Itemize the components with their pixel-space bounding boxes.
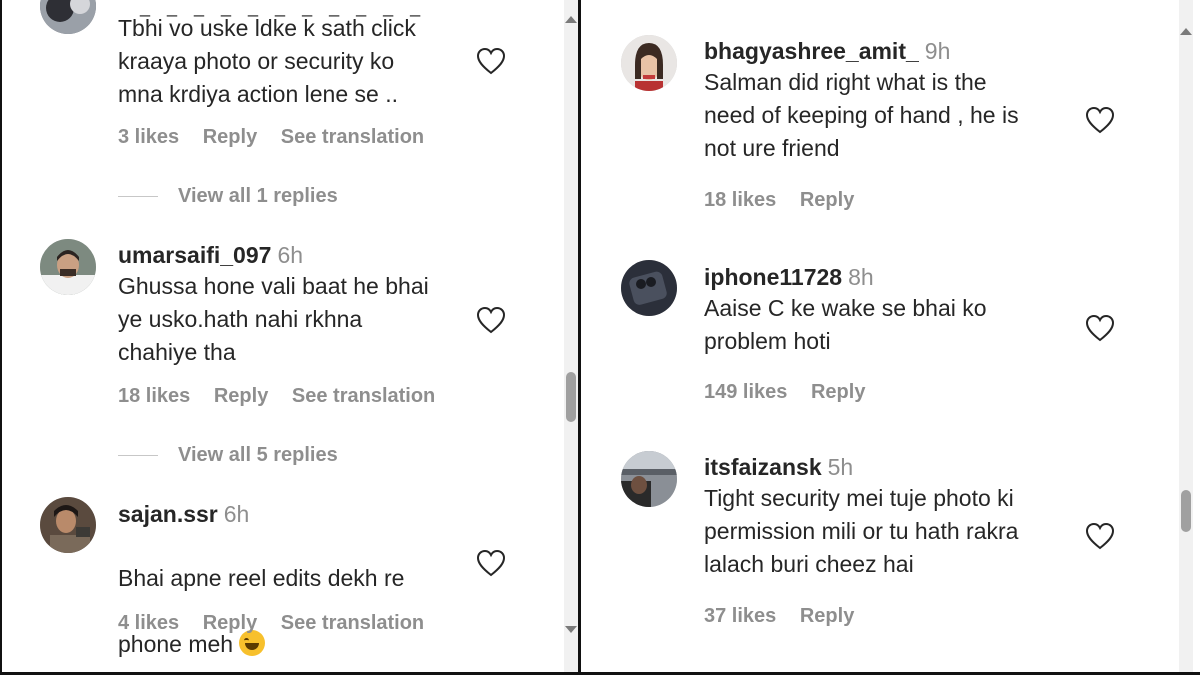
likes-count[interactable]: 37 likes — [704, 605, 776, 627]
username-link[interactable]: iphone11728 — [704, 264, 842, 290]
reply-button[interactable]: Reply — [203, 126, 257, 148]
comment-meta: 4 likes Reply See translation — [118, 612, 442, 635]
comment-text: Salman did right what is the need of kee… — [704, 69, 1019, 161]
heart-icon[interactable] — [1085, 314, 1115, 342]
likes-count[interactable]: 18 likes — [704, 189, 776, 211]
reply-button[interactable]: Reply — [214, 385, 268, 407]
comment-text: Aaise C ke wake se bhai ko problem hoti — [704, 295, 987, 354]
reply-button[interactable]: Reply — [811, 381, 865, 403]
avatar[interactable] — [621, 260, 677, 316]
reply-button[interactable]: Reply — [203, 612, 257, 634]
heart-icon[interactable] — [1085, 522, 1115, 550]
comment-header: iphone11728 8h — [704, 262, 1074, 292]
comment-meta: 18 likes Reply See translation — [118, 385, 453, 408]
dash-row: _ _ _ _ _ _ _ _ _ _ _ — [140, 0, 427, 17]
right-scrollbar[interactable] — [1179, 0, 1193, 672]
view-replies-label: View all 5 replies — [178, 444, 338, 466]
username-link[interactable]: umarsaifi_097 — [118, 242, 271, 268]
avatar[interactable] — [40, 0, 96, 34]
right-comments-panel: bhagyashree_amit_ 9h Salman did right wha… — [581, 0, 1200, 675]
heart-icon[interactable] — [1085, 106, 1115, 134]
likes-count[interactable]: 149 likes — [704, 381, 787, 403]
left-scrollbar[interactable] — [564, 0, 578, 672]
see-translation-button[interactable]: See translation — [281, 612, 424, 634]
heart-icon[interactable] — [476, 549, 506, 577]
likes-count[interactable]: 18 likes — [118, 385, 190, 407]
comment-text: Ghussa hone vali baat he bhai ye usko.ha… — [118, 273, 429, 365]
reply-button[interactable]: Reply — [800, 605, 854, 627]
likes-count[interactable]: 3 likes — [118, 126, 179, 148]
see-translation-button[interactable]: See translation — [292, 385, 435, 407]
comment-text-line: Bhai apne reel edits dekh re — [118, 565, 405, 591]
comment-meta: 37 likes Reply — [704, 605, 872, 628]
timestamp: 6h — [277, 242, 304, 268]
replies-line — [118, 455, 158, 457]
comment-meta: 149 likes Reply — [704, 381, 883, 404]
comment-text: Tbhi vo uske ldke k sath click kraaya ph… — [118, 15, 416, 107]
username-link[interactable]: sajan.ssr — [118, 501, 218, 527]
comment-header: bhagyashree_amit_ 9h — [704, 36, 1074, 66]
scroll-down-icon[interactable] — [565, 626, 577, 633]
view-replies-button[interactable]: View all 1 replies — [118, 185, 338, 208]
avatar[interactable] — [40, 239, 96, 295]
avatar[interactable] — [40, 497, 96, 553]
see-translation-button[interactable]: See translation — [281, 126, 424, 148]
frame-left-border — [0, 0, 2, 675]
view-replies-button[interactable]: View all 5 replies — [118, 444, 338, 467]
scroll-thumb[interactable] — [1181, 490, 1191, 532]
avatar[interactable] — [621, 451, 677, 507]
replies-line — [118, 196, 158, 198]
likes-count[interactable]: 4 likes — [118, 612, 179, 634]
timestamp: 9h — [924, 38, 951, 64]
heart-icon[interactable] — [476, 306, 506, 334]
scroll-up-icon[interactable] — [1180, 28, 1192, 35]
comment-text: Bhai apne reel edits dekh re phone meh — [118, 529, 478, 661]
comment-header: itsfaizansk 5h — [704, 452, 1074, 482]
avatar[interactable] — [621, 35, 677, 91]
username-link[interactable]: itsfaizansk — [704, 454, 822, 480]
timestamp: 6h — [223, 501, 250, 527]
comment-meta: 3 likes Reply See translation — [118, 126, 442, 149]
timestamp: 5h — [827, 454, 854, 480]
comment-text: Tight security mei tuje photo ki permiss… — [704, 485, 1019, 577]
reply-button[interactable]: Reply — [800, 189, 854, 211]
username-link[interactable]: bhagyashree_amit_ — [704, 38, 919, 64]
comment-header: umarsaifi_097 6h — [118, 240, 478, 270]
scroll-up-icon[interactable] — [565, 16, 577, 23]
timestamp: 8h — [848, 264, 874, 290]
comment-header: sajan.ssr 6h — [118, 499, 478, 529]
view-replies-label: View all 1 replies — [178, 185, 338, 207]
scroll-thumb[interactable] — [566, 372, 576, 422]
heart-icon[interactable] — [476, 47, 506, 75]
comment-meta: 18 likes Reply — [704, 189, 872, 212]
left-comments-panel: _ _ _ _ _ _ _ _ _ _ _ Tbhi vo uske ldke … — [0, 0, 578, 675]
